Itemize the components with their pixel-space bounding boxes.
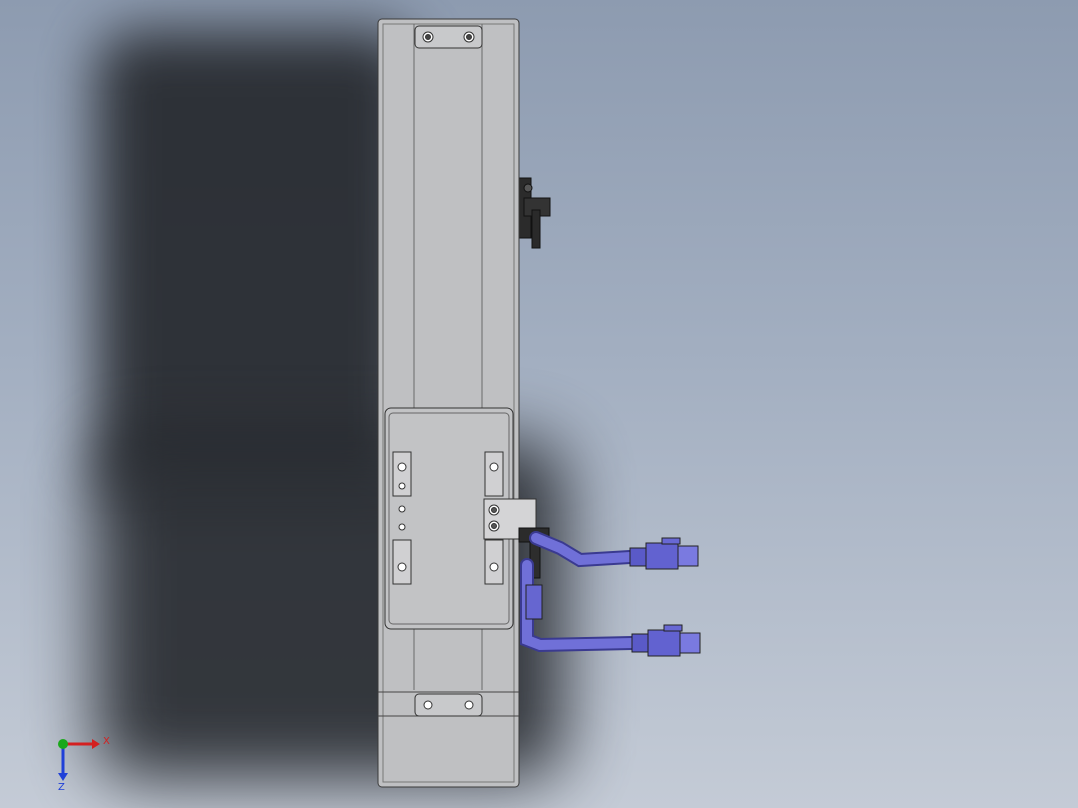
z-axis-label: Z (58, 782, 65, 793)
top-end-plate[interactable] (414, 25, 483, 49)
coordinate-triad: X Z (58, 736, 110, 793)
x-axis-label: X (103, 736, 110, 747)
bottom-end-plate[interactable] (414, 693, 483, 717)
motor-cable-upper[interactable] (529, 531, 699, 570)
sensor-bracket[interactable] (518, 177, 551, 249)
carriage-slider[interactable] (384, 407, 537, 630)
actuator-body[interactable] (377, 18, 520, 788)
encoder-cable-lower[interactable] (520, 558, 701, 657)
cad-viewport[interactable]: X Z (0, 0, 1078, 808)
model-canvas[interactable]: X Z (0, 0, 1078, 808)
y-axis-dot (58, 739, 68, 749)
